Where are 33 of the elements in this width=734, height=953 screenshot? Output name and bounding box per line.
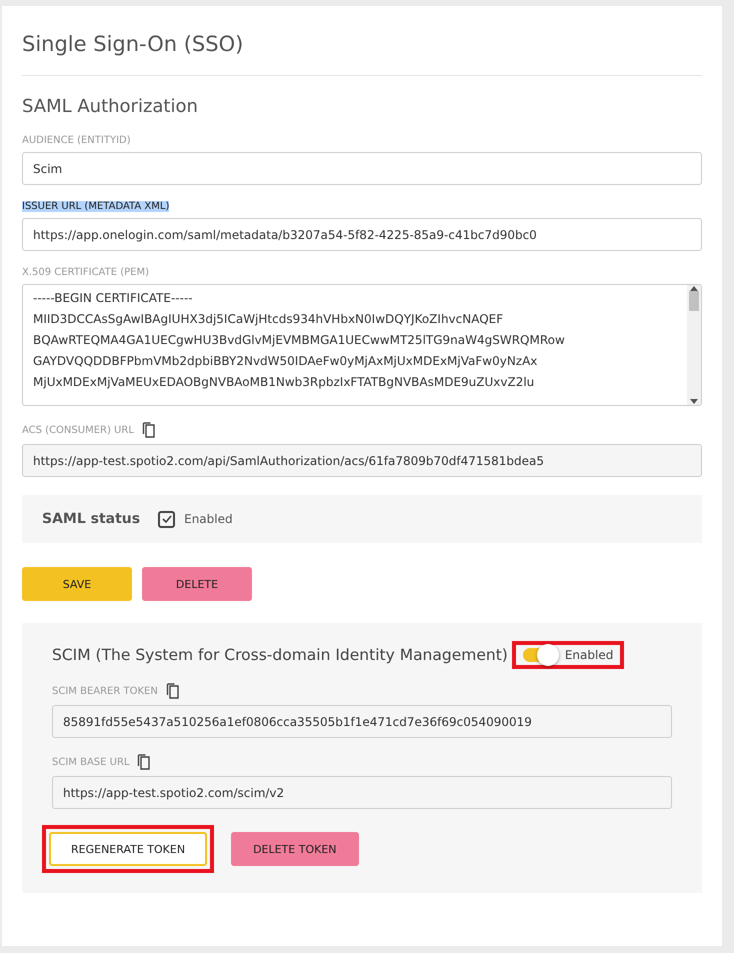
- certificate-line: -----BEGIN CERTIFICATE-----: [33, 290, 194, 307]
- input-field[interactable]: https://app.onelogin.com/saml/metadata/b3207a54-5f82-4225-85a9-c41bc7d90bc0: [22, 218, 702, 251]
- certificate-line: MjUxMDExMjVaMEUxEDAOBgNVBAoMB1Nwb3RpbzIxFTATBgNVBAsMDE9uZUxvZ2lu: [33, 374, 536, 391]
- field-label: ACS (CONSUMER) URL: [22, 424, 134, 436]
- scroll-down-icon[interactable]: [690, 399, 698, 405]
- check-icon: [162, 515, 172, 523]
- input-field[interactable]: Scim: [22, 152, 702, 185]
- field-label: X.509 CERTIFICATE (PEM): [22, 267, 150, 278]
- field-label: AUDIENCE (ENTITYID): [22, 135, 131, 146]
- delete-button[interactable]: DELETE: [142, 567, 252, 601]
- section-heading: SAML Authorization: [22, 96, 199, 117]
- field-label: SCIM BASE URL: [52, 756, 130, 768]
- field-label: ISSUER URL (METADATA XML): [22, 201, 170, 212]
- field-label: SCIM BEARER TOKEN: [52, 686, 158, 696]
- certificate-line: MIID3DCCAsSgAwIBAgIUHX3dj5ICaWjHtcds934hVHbxN0IwDQYJKoZIhvcNAQEF: [33, 311, 504, 328]
- certificate-line: GAYDVQQDDBFPbmVMb2dpbiBBY2NvdW50IDAeFw0yMjAxMjUxMDExMjVaFw0yNzAx: [33, 353, 538, 370]
- scrollbar[interactable]: [687, 285, 701, 405]
- copy-icon[interactable]: [166, 683, 180, 699]
- input-field[interactable]: 85891fd55e5437a510256a1ef0806cca35505b1f1e471cd7e36f69c054090019: [52, 705, 672, 738]
- certificate-textarea[interactable]: [22, 284, 702, 406]
- copy-icon[interactable]: [137, 754, 152, 770]
- regenerate-token-button[interactable]: REGENERATE TOKEN: [49, 832, 208, 866]
- certificate-line: BQAwRTEQMA4GA1UECgwHU3BvdGlvMjEVMBMGA1UECwwMT25lTG9naW4gSWRQMRow: [33, 332, 566, 349]
- scroll-thumb[interactable]: [689, 291, 699, 311]
- status-label: SAML status: [42, 511, 140, 527]
- save-button[interactable]: SAVE: [22, 567, 132, 601]
- section-heading: SCIM (The System for Cross-domain Identity Management): [52, 646, 508, 664]
- input-field[interactable]: https://app-test.spotio2.com/scim/v2: [52, 776, 672, 809]
- enabled-checkbox[interactable]: Enabled: [158, 510, 233, 528]
- input-field[interactable]: https://app-test.spotio2.com/api/SamlAuthorization/acs/61fa7809b70df471581bdea5: [22, 444, 702, 477]
- page-title: Single Sign-On (SSO): [22, 28, 702, 76]
- delete-token-button[interactable]: DELETE TOKEN: [231, 832, 358, 866]
- copy-icon[interactable]: [142, 422, 156, 438]
